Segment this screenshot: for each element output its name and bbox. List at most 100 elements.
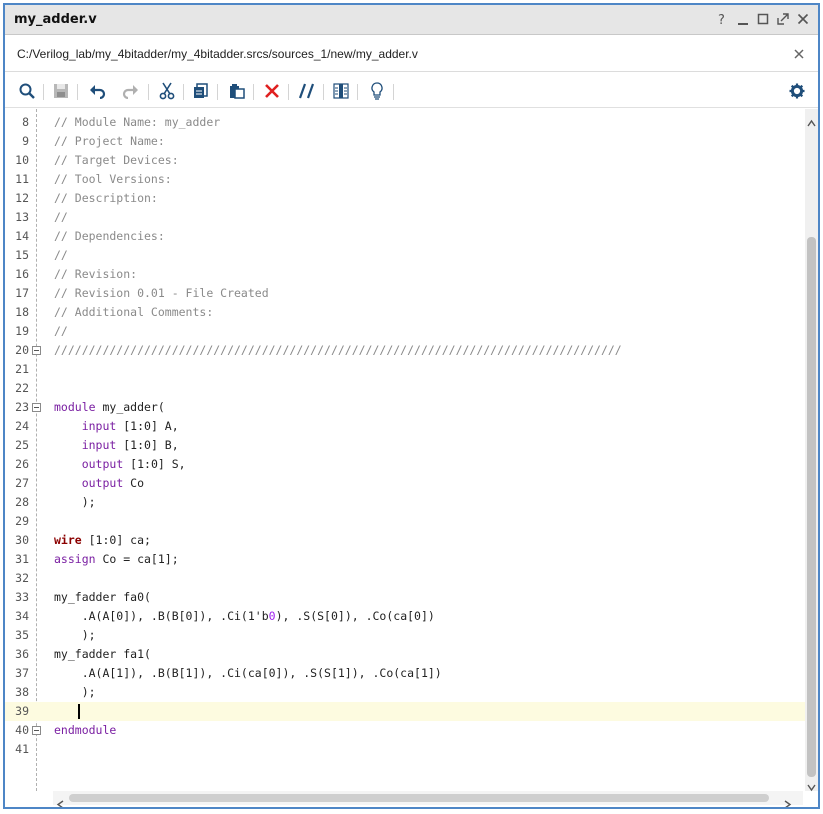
save-icon[interactable] <box>51 82 71 100</box>
paste-icon[interactable] <box>227 82 247 100</box>
maximize-icon[interactable] <box>756 10 770 28</box>
code-token: // <box>54 324 68 338</box>
code-line[interactable]: 16 // Revision: <box>5 265 805 284</box>
code-token: // Target Devices: <box>54 153 179 167</box>
code-text: ); <box>54 493 96 512</box>
fold-toggle-icon[interactable] <box>32 346 41 355</box>
code-text: // Additional Comments: <box>54 303 213 322</box>
column-select-icon[interactable] <box>331 82 351 100</box>
code-line[interactable]: 10 // Target Devices: <box>5 151 805 170</box>
line-number: 27 <box>15 476 29 490</box>
code-line[interactable]: 19 // <box>5 322 805 341</box>
code-editor[interactable]: 8 // Module Name: my_adder 9 // Project Nam… <box>5 109 805 791</box>
code-line[interactable]: 28 ); <box>5 493 805 512</box>
lightbulb-icon[interactable] <box>367 82 387 100</box>
code-token: output <box>81 476 124 490</box>
code-line[interactable]: 41 <box>5 740 805 759</box>
code-token: .A(A[1]), .B(B[1]), .Ci(ca[0]), .S(S[1])… <box>54 666 442 680</box>
help-icon[interactable]: ? <box>716 10 730 28</box>
redo-icon[interactable] <box>121 82 141 100</box>
window-controls: ? <box>716 10 810 28</box>
code-line[interactable]: 37 .A(A[1]), .B(B[1]), .Ci(ca[0]), .S(S[… <box>5 664 805 683</box>
code-text: input [1:0] B, <box>54 436 179 455</box>
float-icon[interactable] <box>776 10 790 28</box>
fold-toggle-icon[interactable] <box>32 403 41 412</box>
scroll-right-icon[interactable] <box>783 794 792 807</box>
code-line[interactable]: 9 // Project Name: <box>5 132 805 151</box>
code-text: .A(A[1]), .B(B[1]), .Ci(ca[0]), .S(S[1])… <box>54 664 442 683</box>
toolbar-separator <box>148 84 149 100</box>
fold-toggle-icon[interactable] <box>32 726 41 735</box>
code-line[interactable]: 30 wire [1:0] ca; <box>5 531 805 550</box>
code-line[interactable]: 34 .A(A[0]), .B(B[0]), .Ci(1'b0), .S(S[0… <box>5 607 805 626</box>
code-line[interactable]: 20 //////////////////////////////////////… <box>5 341 805 360</box>
code-line[interactable]: 23 module my_adder( <box>5 398 805 417</box>
code-line[interactable]: 31 assign Co = ca[1]; <box>5 550 805 569</box>
scroll-up-icon[interactable] <box>807 113 816 127</box>
code-line[interactable]: 29 <box>5 512 805 531</box>
title-bar[interactable]: my_adder.v ? <box>5 5 818 35</box>
close-icon[interactable] <box>796 10 810 28</box>
code-line[interactable]: 24 input [1:0] A, <box>5 417 805 436</box>
code-line[interactable]: 12 // Description: <box>5 189 805 208</box>
line-number: 15 <box>15 248 29 262</box>
code-line[interactable]: 14 // Dependencies: <box>5 227 805 246</box>
code-line[interactable]: 18 // Additional Comments: <box>5 303 805 322</box>
code-line[interactable]: 26 output [1:0] S, <box>5 455 805 474</box>
undo-icon[interactable] <box>87 82 107 100</box>
toolbar-separator <box>357 84 358 100</box>
code-line[interactable]: 17 // Revision 0.01 - File Created <box>5 284 805 303</box>
comment-toggle-icon[interactable] <box>297 82 317 100</box>
line-number: 33 <box>15 590 29 604</box>
code-token: module <box>54 400 96 414</box>
toolbar-separator <box>77 84 78 100</box>
scroll-down-icon[interactable] <box>807 777 816 792</box>
code-line[interactable]: 38 ); <box>5 683 805 702</box>
toolbar-separator <box>183 84 184 100</box>
code-line[interactable]: 22 <box>5 379 805 398</box>
editor-window: my_adder.v ? C:/Verilog_lab/my_4bitadder… <box>3 3 820 809</box>
horizontal-scroll-thumb[interactable] <box>69 794 769 802</box>
code-line[interactable]: 27 output Co <box>5 474 805 493</box>
code-line[interactable]: 21 <box>5 360 805 379</box>
line-number: 22 <box>15 381 29 395</box>
code-token: Co <box>123 476 145 490</box>
code-line[interactable]: 15 // <box>5 246 805 265</box>
code-token: // Tool Versions: <box>54 172 172 186</box>
code-token: input <box>81 438 117 452</box>
scroll-left-icon[interactable] <box>56 794 65 807</box>
code-token: .A(A[0]), .B(B[0]), .Ci(1'b <box>54 609 269 623</box>
code-token: // Revision 0.01 - File Created <box>54 286 269 300</box>
cut-icon[interactable] <box>157 82 177 100</box>
line-number: 9 <box>22 134 29 148</box>
toolbar-separator <box>323 84 324 100</box>
code-line[interactable]: 32 <box>5 569 805 588</box>
code-line[interactable]: 36 my_fadder fa1( <box>5 645 805 664</box>
code-line[interactable]: 25 input [1:0] B, <box>5 436 805 455</box>
line-number: 12 <box>15 191 29 205</box>
close-path-icon[interactable] <box>792 46 806 60</box>
code-line[interactable]: 11 // Tool Versions: <box>5 170 805 189</box>
minimize-icon[interactable] <box>736 10 750 28</box>
code-line[interactable]: 8 // Module Name: my_adder <box>5 113 805 132</box>
settings-icon[interactable] <box>787 82 807 100</box>
code-line[interactable]: 40 endmodule <box>5 721 805 740</box>
delete-icon[interactable] <box>262 82 282 100</box>
vertical-scrollbar[interactable] <box>805 109 818 792</box>
code-line[interactable]: 13 // <box>5 208 805 227</box>
code-text: // Tool Versions: <box>54 170 172 189</box>
code-line[interactable]: 35 ); <box>5 626 805 645</box>
code-line[interactable]: 33 my_fadder fa0( <box>5 588 805 607</box>
code-token: wire <box>54 533 82 547</box>
svg-text:?: ? <box>718 13 725 26</box>
line-number: 32 <box>15 571 29 585</box>
vertical-scroll-thumb[interactable] <box>807 237 816 777</box>
code-text: // Module Name: my_adder <box>54 113 220 132</box>
search-icon[interactable] <box>17 82 37 100</box>
copy-icon[interactable] <box>191 82 211 100</box>
horizontal-scrollbar[interactable] <box>53 791 803 807</box>
line-number: 16 <box>15 267 29 281</box>
code-line[interactable]: 39 <box>5 702 805 721</box>
window-title: my_adder.v <box>14 12 97 27</box>
